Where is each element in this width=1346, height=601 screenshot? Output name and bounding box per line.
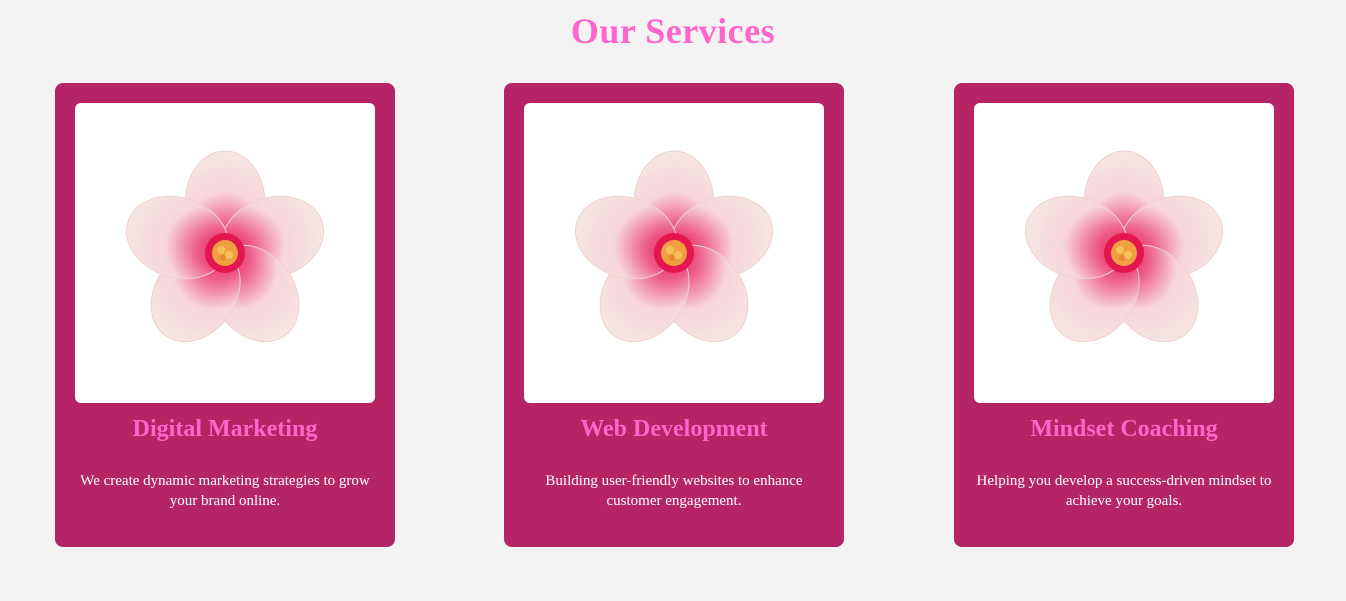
service-card-digital-marketing: Digital Marketing We create dynamic mark… — [55, 83, 395, 547]
card-title: Web Development — [580, 416, 768, 442]
hibiscus-flower-image — [524, 103, 824, 403]
hibiscus-flower-image — [974, 103, 1274, 403]
card-description: We create dynamic marketing strategies t… — [80, 473, 370, 509]
section-title: Our Services — [570, 11, 776, 51]
card-description: Building user-friendly websites to enhan… — [545, 473, 803, 509]
hibiscus-flower-image — [75, 103, 375, 403]
service-card-web-development: Web Development Building user-friendly w… — [504, 83, 844, 547]
service-card-mindset-coaching: Mindset Coaching Helping you develop a s… — [954, 83, 1294, 547]
card-description: Helping you develop a success-driven min… — [976, 473, 1272, 509]
card-title: Digital Marketing — [132, 416, 318, 442]
card-title: Mindset Coaching — [1030, 416, 1218, 442]
